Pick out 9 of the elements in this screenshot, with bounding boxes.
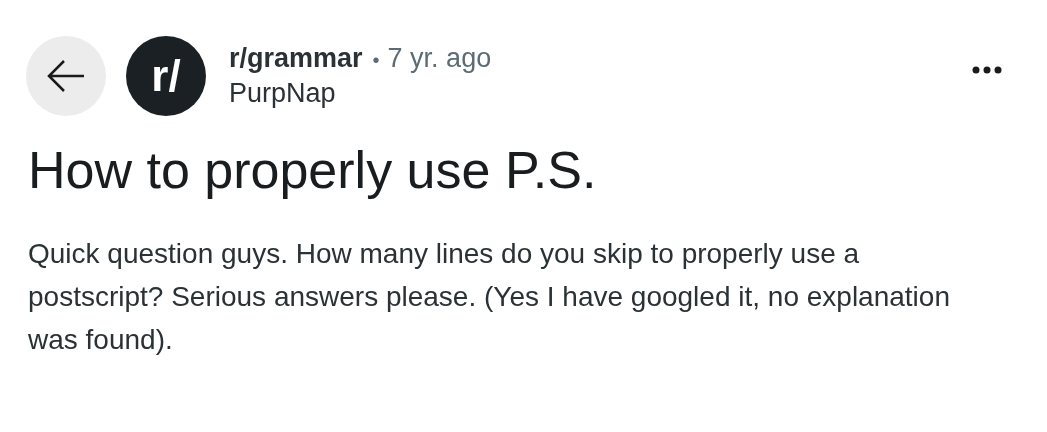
- author-link[interactable]: PurpNap: [229, 76, 492, 110]
- subreddit-link[interactable]: r/grammar: [229, 42, 363, 74]
- subreddit-avatar[interactable]: r/: [126, 36, 206, 116]
- post-body: Quick question guys. How many lines do you skip to properly use a postscript? Serious answers please. (Yes I have googled it, no explanation was found).: [28, 237, 951, 357]
- separator-dot: •: [372, 48, 380, 73]
- back-arrow-icon: [46, 59, 86, 93]
- post-title: How to properly use P.S.: [28, 140, 598, 201]
- more-icon: [972, 66, 1002, 74]
- post-age: 7 yr. ago: [387, 42, 492, 74]
